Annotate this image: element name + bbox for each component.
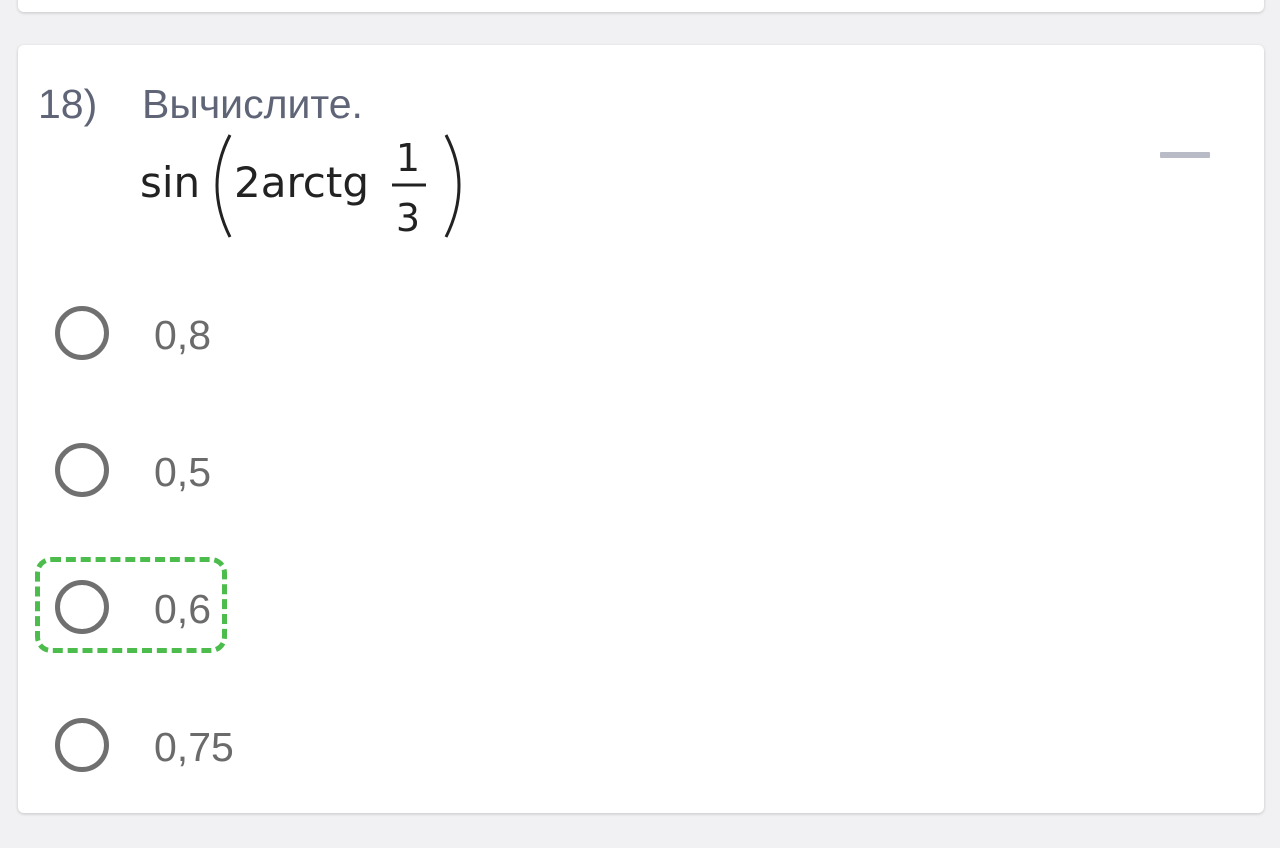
- minus-icon: [1160, 152, 1210, 158]
- answer-option-label: 0,75: [154, 724, 234, 770]
- formula-numerator: 1: [396, 136, 420, 180]
- answer-option-label: 0,8: [154, 312, 211, 358]
- previous-question-card: [18, 0, 1264, 12]
- answer-option[interactable]: 0,75: [18, 709, 618, 789]
- formula-func: sin: [140, 158, 200, 207]
- radio-circle-icon[interactable]: [55, 718, 109, 772]
- formula-arctg: 2arctg: [234, 158, 369, 207]
- question-card: 18) Вычислите. sin 2arctg 1 3 0,8 0,5 0,…: [18, 45, 1264, 813]
- answer-option[interactable]: 0,8: [18, 297, 618, 377]
- question-number: 18): [38, 81, 98, 127]
- formula-right-paren: [444, 134, 461, 238]
- formula-denominator: 3: [396, 196, 420, 240]
- answer-option-label: 0,5: [154, 449, 211, 495]
- radio-circle-icon[interactable]: [55, 580, 109, 634]
- answer-option-label: 0,6: [154, 586, 211, 632]
- question-title: Вычислите.: [142, 81, 363, 127]
- radio-circle-icon[interactable]: [55, 306, 109, 360]
- question-formula: sin 2arctg 1 3: [140, 125, 480, 245]
- formula-image: sin 2arctg 1 3: [140, 134, 461, 240]
- answer-option[interactable]: 0,5: [18, 434, 618, 514]
- radio-circle-icon[interactable]: [55, 443, 109, 497]
- answer-option[interactable]: 0,6: [18, 571, 618, 651]
- collapse-button[interactable]: [1152, 145, 1212, 169]
- formula-left-paren: [215, 134, 232, 238]
